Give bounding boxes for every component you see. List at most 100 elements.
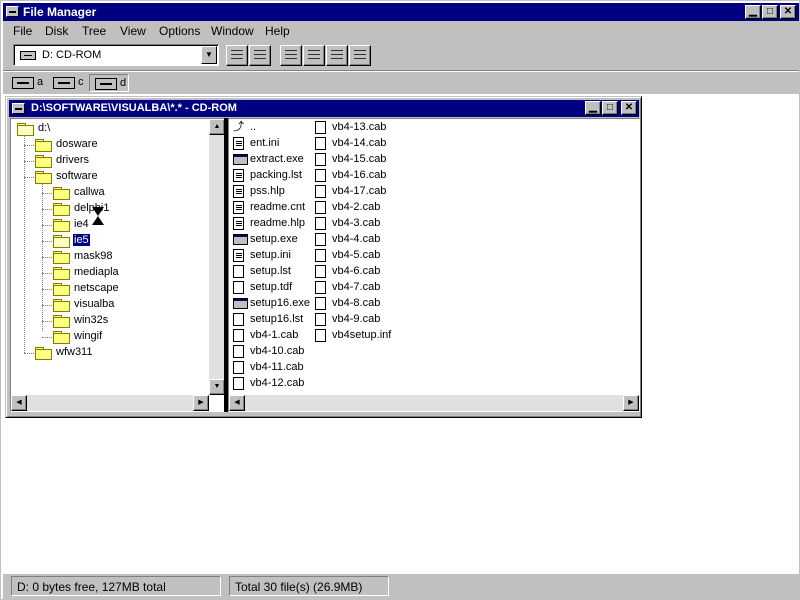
file-name: vb4-1.cab	[250, 329, 299, 341]
file-icon	[315, 121, 326, 134]
directory-window-title: D:\SOFTWARE\VISUALBA\*.* - CD-ROM	[31, 102, 237, 114]
network-connect-icon	[231, 50, 243, 61]
disk-status: D: 0 bytes free, 127MB total	[11, 576, 221, 596]
file-count-status: Total 30 file(s) (26.9MB)	[229, 576, 389, 596]
sort-by-type-button[interactable]	[303, 45, 325, 66]
sort-by-date-button[interactable]	[349, 45, 371, 66]
drive-a-button[interactable]: a	[7, 74, 47, 92]
tree-line	[42, 209, 52, 210]
file-icon	[315, 217, 326, 230]
scroll-right-button[interactable]: ▶	[193, 395, 209, 411]
file-icon	[233, 361, 244, 374]
chevron-down-icon[interactable]: ▼	[201, 46, 217, 64]
system-menu-icon[interactable]	[6, 6, 19, 17]
title-bar[interactable]: File Manager ▁ □ ✕	[3, 3, 799, 21]
file-name: setup.tdf	[250, 281, 293, 293]
tree-line	[42, 193, 52, 194]
maximize-button[interactable]: □	[602, 101, 618, 115]
tree-line	[24, 133, 25, 353]
sort-by-size-button[interactable]	[326, 45, 348, 66]
tree-line	[42, 257, 52, 258]
status-bar: D: 0 bytes free, 127MB total Total 30 fi…	[3, 574, 799, 599]
program-icon	[233, 154, 248, 165]
program-icon	[233, 234, 248, 245]
folder-icon	[35, 347, 52, 360]
directory-tree-pane[interactable]: d:\ dosware drivers software callwa delphi1 ie…	[10, 118, 226, 412]
menu-options[interactable]: Options	[159, 24, 200, 38]
file-name: vb4-8.cab	[332, 297, 381, 309]
hard-drive-icon	[53, 77, 75, 89]
maximize-button[interactable]: □	[762, 5, 778, 19]
file-name: vb4-7.cab	[332, 281, 381, 293]
tree-node-label: mask98	[74, 250, 113, 262]
tree-node-label: mediapla	[74, 266, 119, 278]
tree-node-label: software	[56, 170, 98, 182]
directory-window-title-bar[interactable]: D:\SOFTWARE\VISUALBA\*.* - CD-ROM ▁ □ ✕	[9, 100, 639, 117]
menu-help[interactable]: Help	[265, 24, 290, 38]
file-name: vb4-4.cab	[332, 233, 381, 245]
scroll-up-button[interactable]: ▲	[209, 119, 225, 135]
tree-node-label: dosware	[56, 138, 98, 150]
tree-vertical-scrollbar[interactable]: ▲ ▼	[209, 119, 225, 395]
scroll-down-button[interactable]: ▼	[209, 379, 225, 395]
file-name: setup16.exe	[250, 297, 310, 309]
menu-view[interactable]: View	[120, 24, 146, 38]
close-button[interactable]: ✕	[621, 101, 637, 115]
folder-icon	[53, 187, 70, 200]
tree-line	[24, 353, 34, 354]
drive-d-button[interactable]: d	[89, 74, 129, 92]
files-horizontal-scrollbar[interactable]: ◀ ▶	[229, 395, 639, 411]
drive-letter: d	[120, 77, 127, 89]
tree-node-label: drivers	[56, 154, 90, 166]
drive-select[interactable]: D: CD-ROM ▼	[13, 44, 219, 66]
file-icon	[233, 377, 244, 390]
drive-c-button[interactable]: c	[48, 74, 88, 92]
sort-by-name-button[interactable]	[280, 45, 302, 66]
file-icon	[315, 137, 326, 150]
toolbar: D: CD-ROM ▼	[3, 41, 799, 71]
disconnect-network-drive-button[interactable]	[249, 45, 271, 66]
folder-icon	[53, 203, 70, 216]
tree-horizontal-scrollbar[interactable]: ◀ ▶	[11, 395, 209, 411]
folder-icon	[35, 171, 52, 184]
file-name: packing.lst	[250, 169, 302, 181]
tree-line	[24, 145, 34, 146]
folder-open-icon	[53, 235, 70, 248]
drive-letter: a	[37, 76, 44, 88]
file-name: vb4setup.inf	[332, 329, 392, 341]
file-name: setup.lst	[250, 265, 291, 277]
tree-node-label: netscape	[74, 282, 119, 294]
system-menu-icon[interactable]	[12, 103, 25, 114]
file-icon	[233, 281, 244, 294]
minimize-button[interactable]: ▁	[585, 101, 601, 115]
tree-node-label: win32s	[74, 314, 109, 326]
sort-size-icon	[331, 50, 343, 61]
connect-network-drive-button[interactable]	[226, 45, 248, 66]
file-name: vb4-3.cab	[332, 217, 381, 229]
menu-disk[interactable]: Disk	[45, 24, 68, 38]
close-button[interactable]: ✕	[780, 5, 796, 19]
menu-file[interactable]: File	[13, 24, 32, 38]
scroll-right-button[interactable]: ▶	[623, 395, 639, 411]
menu-tree[interactable]: Tree	[82, 24, 106, 38]
minimize-button[interactable]: ▁	[745, 5, 761, 19]
file-icon	[233, 345, 244, 358]
tree-line	[24, 177, 34, 178]
scroll-left-button[interactable]: ◀	[11, 395, 27, 411]
file-icon	[315, 281, 326, 294]
scroll-left-button[interactable]: ◀	[229, 395, 245, 411]
program-icon	[233, 298, 248, 309]
file-name: vb4-5.cab	[332, 249, 381, 261]
hourglass-cursor-icon	[92, 205, 105, 227]
file-name: vb4-16.cab	[332, 169, 387, 181]
file-icon	[315, 329, 326, 342]
folder-icon	[17, 123, 34, 136]
document-icon	[233, 217, 244, 230]
file-list-pane[interactable]: ⤴.. ent.ini extract.exe packing.lst pss.hlp r…	[228, 118, 640, 412]
file-icon	[315, 297, 326, 310]
tree-node-label: ie4	[74, 218, 89, 230]
file-name: vb4-15.cab	[332, 153, 387, 165]
sort-date-icon	[354, 50, 366, 61]
file-name: ent.ini	[250, 137, 280, 149]
menu-window[interactable]: Window	[211, 24, 254, 38]
